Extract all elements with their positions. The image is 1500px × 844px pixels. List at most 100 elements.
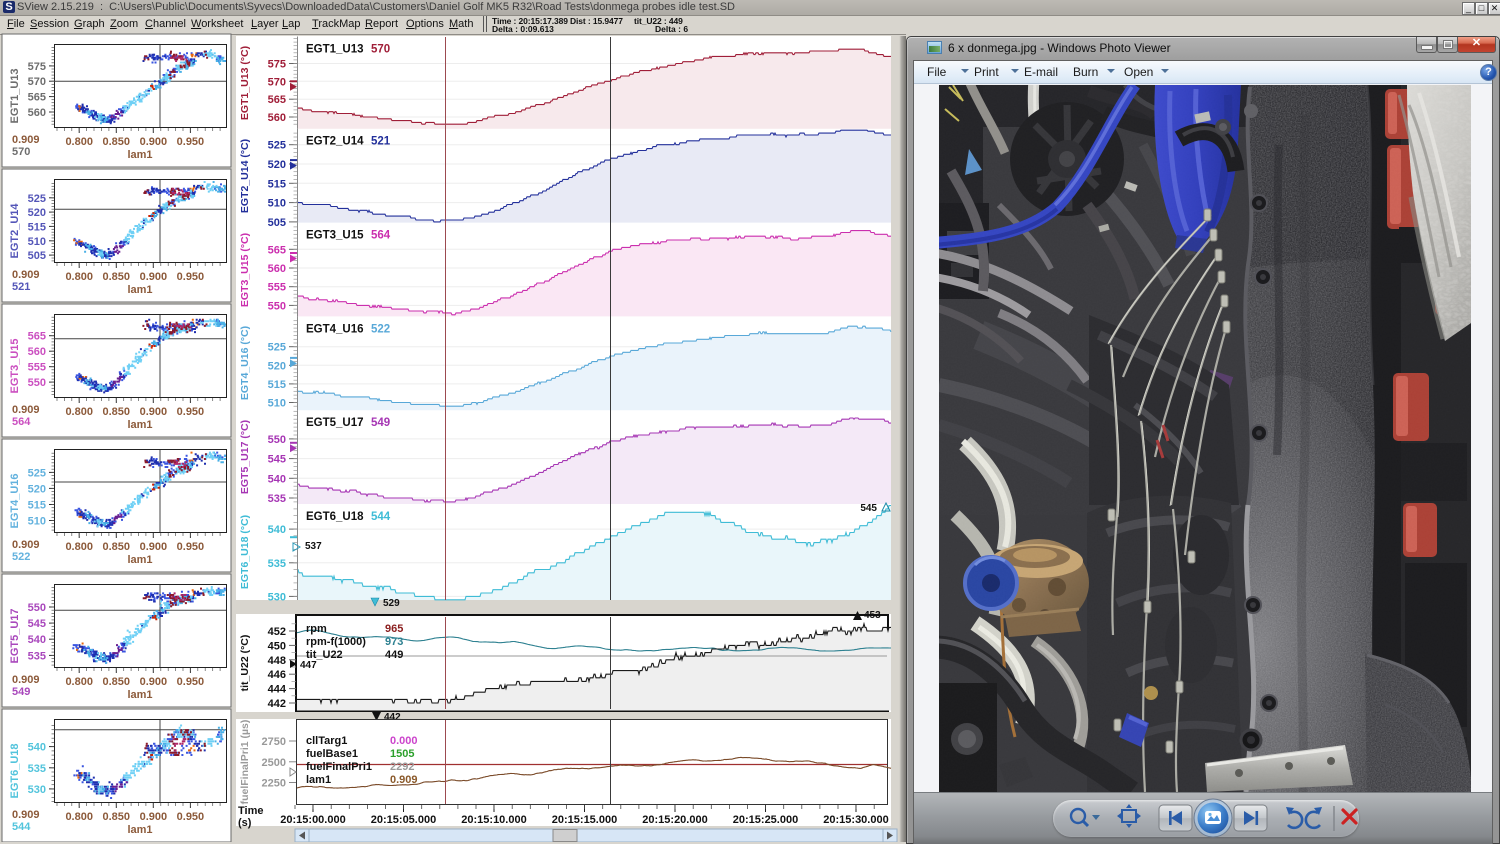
svg-text:520: 520 xyxy=(28,207,46,219)
svg-text:530: 530 xyxy=(268,591,286,603)
svg-text:20:15:15.000: 20:15:15.000 xyxy=(552,814,617,826)
svg-text:0.900: 0.900 xyxy=(140,136,168,148)
svg-text:444: 444 xyxy=(268,684,287,696)
svg-text:0.900: 0.900 xyxy=(140,541,168,553)
svg-text:fuelFinalPri1: fuelFinalPri1 xyxy=(306,761,372,773)
svg-text:535: 535 xyxy=(268,558,286,570)
svg-text:0.909: 0.909 xyxy=(12,404,40,416)
svg-text:515: 515 xyxy=(268,379,286,391)
svg-text:545: 545 xyxy=(268,454,286,466)
svg-text:EGT3_U15 (°C): EGT3_U15 (°C) xyxy=(239,233,251,307)
svg-text:0.850: 0.850 xyxy=(103,136,131,148)
svg-text:20:15:30.000: 20:15:30.000 xyxy=(823,814,888,826)
svg-text:449: 449 xyxy=(385,649,403,661)
svg-text:570: 570 xyxy=(12,146,30,158)
svg-text:0.800: 0.800 xyxy=(65,406,93,418)
svg-text:0.850: 0.850 xyxy=(103,541,131,553)
svg-text:2500: 2500 xyxy=(262,757,286,769)
svg-text:570: 570 xyxy=(371,44,390,56)
svg-text:535: 535 xyxy=(28,650,46,662)
svg-text:965: 965 xyxy=(385,623,403,635)
svg-text:0.000: 0.000 xyxy=(390,735,418,747)
svg-text:535: 535 xyxy=(28,763,46,775)
svg-text:452: 452 xyxy=(268,626,286,638)
svg-text:521: 521 xyxy=(371,136,391,148)
svg-text:505: 505 xyxy=(28,250,46,262)
svg-text:0.850: 0.850 xyxy=(103,406,131,418)
svg-text:544: 544 xyxy=(371,511,391,523)
svg-text:EGT6_U18: EGT6_U18 xyxy=(306,511,364,523)
svg-text:560: 560 xyxy=(268,112,286,124)
svg-text:549: 549 xyxy=(12,686,30,698)
svg-text:lam1: lam1 xyxy=(127,689,152,701)
svg-text:447: 447 xyxy=(300,660,317,671)
svg-text:fuelFinalPri1 (µs): fuelFinalPri1 (µs) xyxy=(239,720,251,805)
svg-text:(s): (s) xyxy=(238,817,252,829)
svg-text:EGT5_U17 (°C): EGT5_U17 (°C) xyxy=(239,420,251,494)
svg-text:0.850: 0.850 xyxy=(103,676,131,688)
svg-text:0.800: 0.800 xyxy=(65,136,93,148)
svg-text:525: 525 xyxy=(268,342,286,354)
svg-text:540: 540 xyxy=(268,473,286,485)
svg-text:EGT4_U16: EGT4_U16 xyxy=(306,323,364,335)
svg-text:565: 565 xyxy=(268,244,286,256)
svg-text:fuelBase1: fuelBase1 xyxy=(306,748,358,760)
svg-text:0.850: 0.850 xyxy=(103,811,131,823)
svg-text:570: 570 xyxy=(28,76,46,88)
svg-text:1505: 1505 xyxy=(390,748,414,760)
svg-text:540: 540 xyxy=(268,524,286,536)
svg-text:EGT3_U15: EGT3_U15 xyxy=(306,230,364,242)
svg-text:20:15:25.000: 20:15:25.000 xyxy=(733,814,798,826)
svg-text:522: 522 xyxy=(371,323,390,335)
svg-text:0.850: 0.850 xyxy=(103,271,131,283)
svg-text:515: 515 xyxy=(268,178,286,190)
svg-text:EGT4_U16: EGT4_U16 xyxy=(9,473,21,528)
svg-text:0.909: 0.909 xyxy=(12,539,40,551)
svg-text:550: 550 xyxy=(28,602,46,614)
svg-text:453: 453 xyxy=(864,610,881,621)
svg-text:20:15:00.000: 20:15:00.000 xyxy=(280,814,345,826)
svg-text:0.950: 0.950 xyxy=(177,136,205,148)
svg-text:2250: 2250 xyxy=(262,778,286,790)
svg-text:575: 575 xyxy=(28,61,46,73)
svg-text:EGT2_U14 (°C): EGT2_U14 (°C) xyxy=(239,139,251,213)
svg-text:lam1: lam1 xyxy=(127,554,152,566)
svg-text:0.950: 0.950 xyxy=(177,271,205,283)
svg-text:Time: Time xyxy=(238,805,263,817)
svg-text:555: 555 xyxy=(268,282,286,294)
svg-text:575: 575 xyxy=(268,59,286,71)
svg-text:0.900: 0.900 xyxy=(140,811,168,823)
svg-text:560: 560 xyxy=(28,107,46,119)
svg-text:521: 521 xyxy=(12,281,30,293)
svg-text:529: 529 xyxy=(383,598,400,609)
svg-text:446: 446 xyxy=(268,669,286,681)
svg-text:rpm: rpm xyxy=(306,623,327,635)
svg-text:0.900: 0.900 xyxy=(140,271,168,283)
svg-text:510: 510 xyxy=(28,515,46,527)
svg-text:0.909: 0.909 xyxy=(390,774,418,786)
svg-text:rpm-f(1000): rpm-f(1000) xyxy=(306,636,366,648)
svg-text:EGT1_U13 (°C): EGT1_U13 (°C) xyxy=(239,46,251,120)
svg-text:cllTarg1: cllTarg1 xyxy=(306,735,347,747)
svg-text:20:15:20.000: 20:15:20.000 xyxy=(642,814,707,826)
svg-text:540: 540 xyxy=(28,634,46,646)
svg-text:0.800: 0.800 xyxy=(65,271,93,283)
svg-text:560: 560 xyxy=(28,346,46,358)
svg-text:530: 530 xyxy=(28,784,46,796)
svg-text:0.800: 0.800 xyxy=(65,676,93,688)
svg-text:EGT1_U13: EGT1_U13 xyxy=(306,44,364,56)
svg-text:442: 442 xyxy=(268,698,286,710)
svg-text:565: 565 xyxy=(28,92,46,104)
svg-text:570: 570 xyxy=(268,76,286,88)
svg-text:2750: 2750 xyxy=(262,736,286,748)
svg-text:EGT6_U18: EGT6_U18 xyxy=(9,743,21,798)
svg-text:555: 555 xyxy=(28,362,46,374)
svg-text:544: 544 xyxy=(12,821,31,833)
svg-text:0.800: 0.800 xyxy=(65,541,93,553)
svg-text:550: 550 xyxy=(268,434,286,446)
svg-text:565: 565 xyxy=(268,94,286,106)
svg-text:525: 525 xyxy=(268,140,286,152)
svg-text:EGT4_U16 (°C): EGT4_U16 (°C) xyxy=(239,326,251,400)
svg-text:549: 549 xyxy=(371,417,390,429)
svg-text:EGT2_U14: EGT2_U14 xyxy=(9,203,21,259)
